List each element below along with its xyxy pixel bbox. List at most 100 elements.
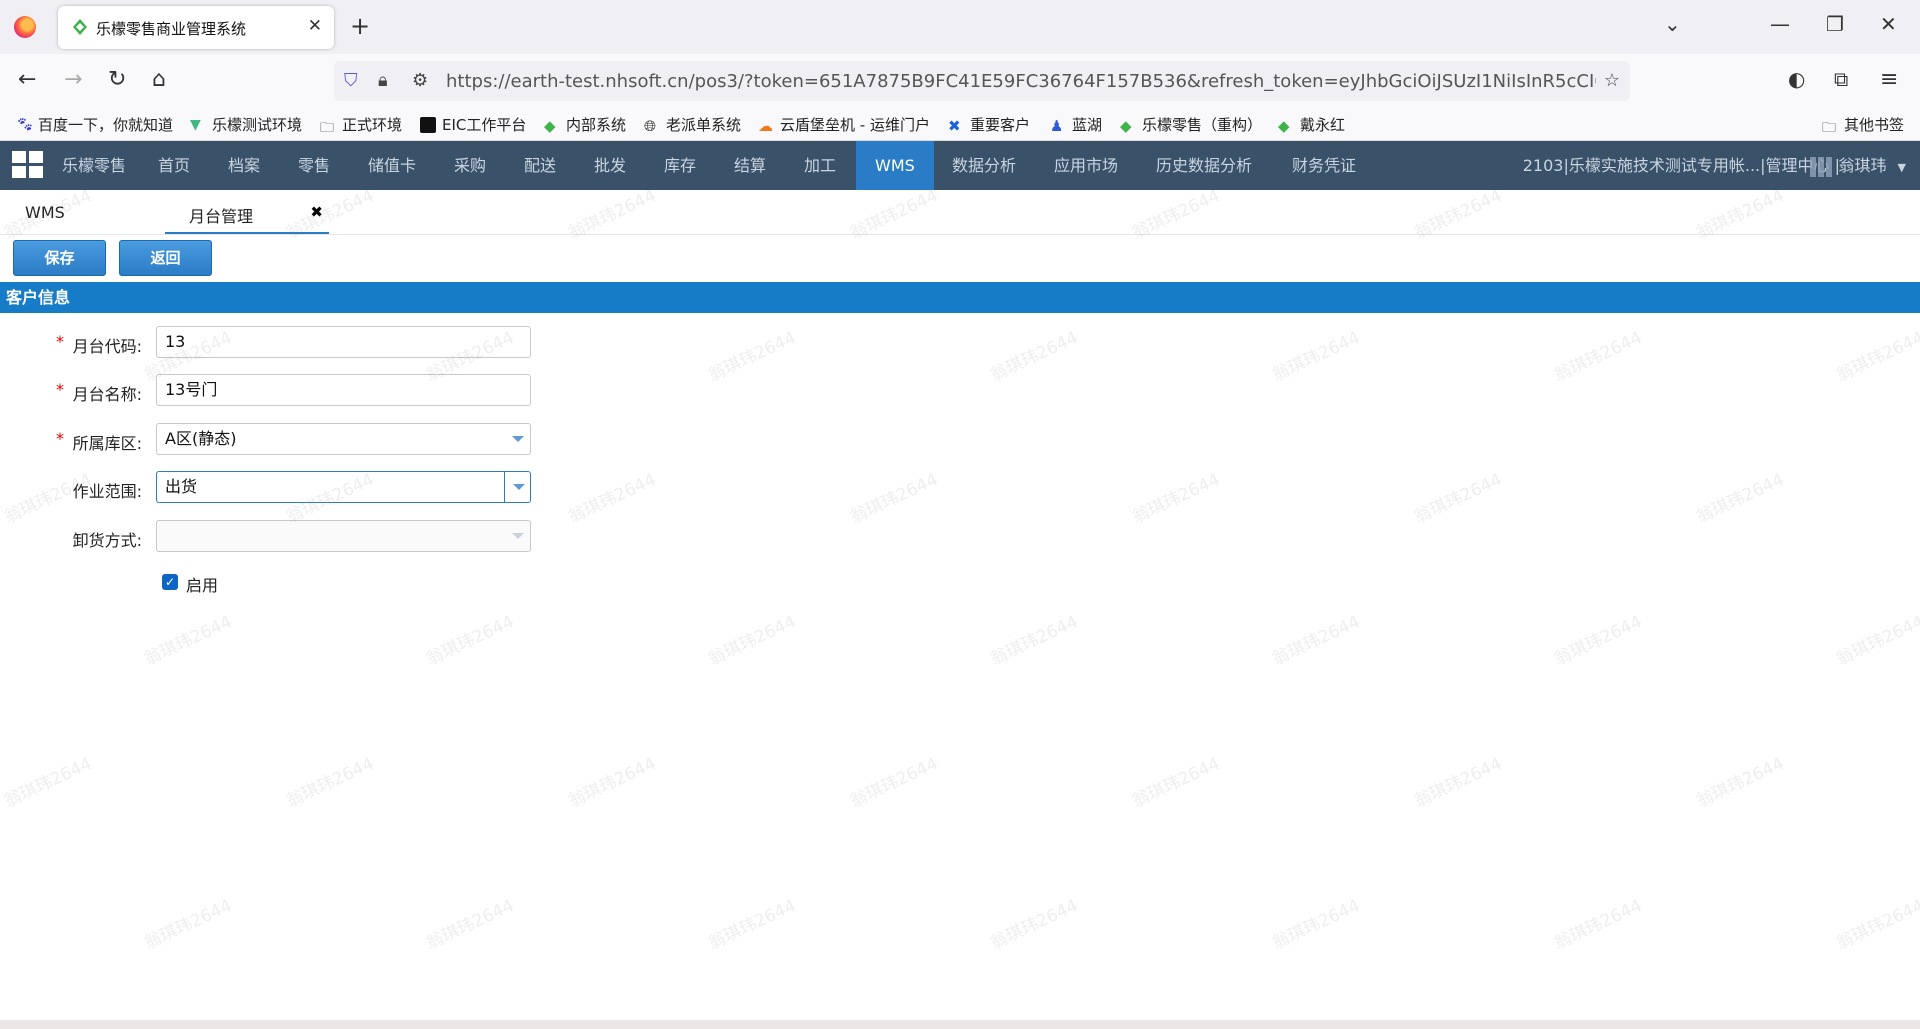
menu-wms[interactable]: WMS	[856, 141, 934, 190]
forward-icon[interactable]: →	[64, 67, 82, 92]
bookmark-test-env[interactable]: ▼ 乐檬测试环境	[190, 114, 302, 135]
menu-processing[interactable]: 加工	[804, 141, 836, 190]
back-button[interactable]: 返回	[119, 240, 212, 276]
lemon-logo-icon: ◆	[544, 116, 556, 135]
section-header: 客户信息	[0, 282, 1920, 313]
user-menu[interactable]: 翁琪玮 ▼	[1810, 141, 1906, 190]
menu-data-analysis[interactable]: 数据分析	[952, 141, 1016, 190]
watermark-text: 翁琪玮2644	[1129, 469, 1224, 528]
back-icon[interactable]: ←	[18, 67, 36, 92]
menu-archive[interactable]: 档案	[228, 141, 260, 190]
site-settings-icon[interactable]: ⚙	[412, 70, 428, 91]
watermark-text: 翁琪玮2644	[1411, 753, 1506, 812]
status-strip	[0, 1020, 1920, 1029]
bookmark-eic[interactable]: EIC工作平台	[420, 114, 526, 135]
save-button[interactable]: 保存	[13, 240, 106, 276]
menu-history-analysis[interactable]: 历史数据分析	[1156, 141, 1252, 190]
menu-finance-voucher[interactable]: 财务凭证	[1292, 141, 1356, 190]
bookmark-old-dispatch[interactable]: 🌐︎ 老派单系统	[644, 114, 741, 135]
name-label: 月台名称:	[72, 385, 142, 404]
watermark-text: 翁琪玮2644	[1833, 611, 1920, 670]
app-grid-icon[interactable]	[12, 151, 44, 179]
bookmark-others[interactable]: 🗀 其他书签	[1822, 114, 1904, 136]
bookmark-key-customers[interactable]: ✖ 重要客户	[948, 114, 1030, 135]
browser-tab[interactable]: 乐檬零售商业管理系统 ✕	[58, 6, 334, 49]
form-row-unload: 卸货方式:	[0, 520, 560, 552]
user-name: 翁琪玮	[1838, 156, 1887, 175]
watermark-text: 翁琪玮2644	[1269, 327, 1364, 386]
scope-select-value: 出货	[165, 477, 198, 496]
account-icon[interactable]: ◐	[1788, 67, 1805, 91]
watermark-text: 翁琪玮2644	[1833, 895, 1920, 954]
bookmark-lemon-refactor[interactable]: ◆ 乐檬零售（重构）	[1120, 114, 1262, 135]
zone-select[interactable]: A区(静态)	[156, 423, 531, 455]
chevron-down-icon[interactable]	[504, 472, 530, 502]
bookmark-internal[interactable]: ◆ 内部系统	[544, 114, 626, 135]
scope-label: 作业范围:	[72, 482, 142, 501]
form-row-code: * 月台代码: 13	[0, 326, 560, 358]
watermark-text: 翁琪玮2644	[141, 611, 236, 670]
form-row-scope: 作业范围: 出货	[0, 471, 560, 503]
restore-icon[interactable]: ❐	[1826, 12, 1844, 36]
eic-logo-icon	[420, 116, 436, 133]
reload-icon[interactable]: ↻	[108, 67, 126, 92]
home-icon[interactable]: ⌂	[152, 67, 166, 92]
brand-name[interactable]: 乐檬零售	[62, 141, 126, 190]
watermark-text: 翁琪玮2644	[423, 611, 518, 670]
watermark-text: 翁琪玮2644	[987, 327, 1082, 386]
lock-icon[interactable]: 🔒︎	[378, 70, 388, 91]
watermark-text: 翁琪玮2644	[141, 895, 236, 954]
watermark-text: 翁琪玮2644	[847, 753, 942, 812]
menu-purchase[interactable]: 采购	[454, 141, 486, 190]
menu-wholesale[interactable]: 批发	[594, 141, 626, 190]
firefox-logo-icon[interactable]	[14, 16, 36, 38]
watermark-text: 翁琪玮2644	[565, 469, 660, 528]
account-info[interactable]: 2103|乐檬实施技术测试专用帐...|管理中心 |	[1523, 141, 1840, 190]
close-window-icon[interactable]: ✕	[1880, 12, 1897, 36]
chevron-down-icon[interactable]	[504, 521, 530, 551]
menu-distribution[interactable]: 配送	[524, 141, 556, 190]
menu-app-market[interactable]: 应用市场	[1054, 141, 1118, 190]
menu-stored-value-card[interactable]: 储值卡	[368, 141, 416, 190]
bookmark-baidu[interactable]: 🐾︎ 百度一下，你就知道	[16, 114, 173, 135]
app-top-nav: 乐檬零售 首页 档案 零售 储值卡 采购 配送 批发 库存 结算 加工 WMS …	[0, 141, 1920, 190]
menu-home[interactable]: 首页	[158, 141, 190, 190]
close-tab-icon[interactable]: ✕	[308, 16, 322, 36]
cloud-shield-icon: ☁	[758, 116, 773, 135]
enabled-checkbox[interactable]: ✓	[162, 574, 178, 590]
bookmark-prod-env[interactable]: 🗀 正式环境	[320, 114, 402, 136]
url-bar[interactable]: ⛉ 🔒︎ ⚙ https://earth-test.nhsoft.cn/pos3…	[334, 61, 1630, 101]
dock-name-input[interactable]: 13号门	[156, 374, 531, 406]
scope-select[interactable]: 出货	[156, 471, 531, 503]
dock-code-input[interactable]: 13	[156, 326, 531, 358]
lemon-logo-icon: ◆	[1278, 116, 1290, 135]
watermark-text: 翁琪玮2644	[1833, 327, 1920, 386]
tab-dock-management[interactable]: 月台管理 ✖	[165, 190, 329, 234]
unload-method-select[interactable]	[156, 520, 531, 552]
watermark-text: 翁琪玮2644	[1693, 469, 1788, 528]
globe-icon: 🌐︎	[644, 116, 657, 135]
menu-retail[interactable]: 零售	[298, 141, 330, 190]
required-marker: *	[56, 429, 64, 448]
folder-icon: 🗀	[320, 119, 334, 136]
new-tab-icon[interactable]: +	[350, 12, 370, 40]
menu-icon[interactable]: ≡	[1880, 67, 1898, 92]
bookmark-star-icon[interactable]: ☆	[1604, 70, 1620, 91]
baidu-paw-icon: 🐾︎	[16, 116, 34, 133]
minimize-icon[interactable]: —	[1770, 12, 1790, 36]
bookmark-lanhu[interactable]: ♟ 蓝湖	[1050, 114, 1102, 135]
bookmark-bastion[interactable]: ☁ 云盾堡垒机 - 运维门户	[758, 114, 930, 135]
extensions-icon[interactable]: ⧉	[1834, 67, 1848, 91]
bookmarks-bar: 🐾︎ 百度一下，你就知道 ▼ 乐檬测试环境 🗀 正式环境 EIC工作平台 ◆ 内部系统 …	[0, 108, 1920, 141]
bookmark-dai[interactable]: ◆ 戴永红	[1278, 114, 1345, 135]
menu-settlement[interactable]: 结算	[734, 141, 766, 190]
url-text[interactable]: https://earth-test.nhsoft.cn/pos3/?token…	[446, 71, 1596, 92]
close-icon[interactable]: ✖	[310, 203, 323, 221]
code-label: 月台代码:	[72, 337, 142, 356]
tab-wms[interactable]: WMS	[25, 203, 65, 222]
menu-inventory[interactable]: 库存	[664, 141, 696, 190]
chevron-down-icon[interactable]	[504, 424, 530, 454]
tracking-shield-icon[interactable]: ⛉	[344, 70, 358, 91]
tab-list-chevron-icon[interactable]: ⌄	[1664, 12, 1681, 36]
enabled-label: 启用	[186, 576, 219, 595]
